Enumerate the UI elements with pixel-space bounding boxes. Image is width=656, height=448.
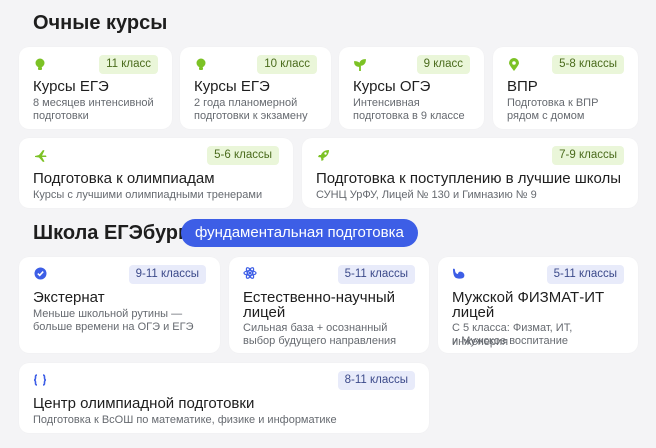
lightbulb-icon — [194, 58, 208, 72]
grade-badge: 5-6 классы — [207, 146, 279, 165]
course-card-ege-10[interactable]: 10 класс Курсы ЕГЭ 2 года планомерной по… — [180, 47, 331, 129]
grade-badge: 10 класс — [257, 55, 317, 74]
card-title: Курсы ОГЭ — [353, 78, 431, 95]
grade-badge: 9-11 классы — [128, 265, 206, 284]
code-braces-icon — [33, 373, 47, 387]
card-description-line2: подготовки к экзамену — [194, 110, 308, 122]
card-description-line2: и Мужское воспитание — [452, 335, 569, 347]
card-description-line2: выбор будущего направления — [243, 335, 397, 347]
card-description: Курсы с лучшими олимпиадными тренерами — [33, 189, 263, 201]
section-title-courses: Очные курсы — [33, 12, 168, 34]
location-pin-icon — [507, 58, 521, 72]
card-title: Подготовка к поступлению в лучшие школы — [316, 170, 622, 187]
card-description-line2: больше времени на ОГЭ и ЕГЭ — [33, 321, 194, 333]
card-description-line1: 8 месяцев интенсивной — [33, 97, 154, 109]
grade-badge: 5-11 классы — [546, 265, 624, 284]
course-card-olympiad[interactable]: 5-6 классы Подготовка к олимпиадам Курсы… — [19, 138, 293, 208]
card-title: Подготовка к олимпиадам — [33, 170, 215, 187]
school-card-physmath-it-lyceum[interactable]: 5-11 классы Мужской ФИЗМАТ-ИТ лицей С 5 … — [438, 257, 638, 353]
card-description-line1: Меньше школьной рутины — — [33, 308, 183, 320]
section-title-school: Школа ЕГЭбург — [33, 222, 187, 244]
check-badge-icon — [33, 266, 47, 280]
card-description-line1: Сильная база + осознанный — [243, 322, 388, 334]
card-description: Подготовка к ВсОШ по математике, физике … — [33, 414, 337, 426]
card-description-line1: Подготовка к ВПР — [507, 97, 599, 109]
sprout-icon — [353, 58, 367, 72]
card-description-line1: 2 года планомерной — [194, 97, 298, 109]
course-card-school-admission[interactable]: 7-9 классы Подготовка к поступлению в лу… — [302, 138, 638, 208]
grade-badge: 11 класс — [99, 55, 158, 74]
card-description: СУНЦ УрФУ, Лицей № 130 и Гимназию № 9 — [316, 189, 537, 201]
grade-badge: 8-11 классы — [337, 371, 415, 390]
card-title: Курсы ЕГЭ — [33, 78, 109, 95]
school-card-externat[interactable]: 9-11 классы Экстернат Меньше школьной ру… — [19, 257, 220, 353]
course-card-ege-11[interactable]: 11 класс Курсы ЕГЭ 8 месяцев интенсивной… — [19, 47, 172, 129]
grade-badge: 9 класс — [416, 55, 470, 74]
card-description-line1: Интенсивная — [353, 97, 420, 109]
card-title-line2: лицей — [452, 304, 495, 321]
card-title-line2: лицей — [243, 304, 286, 321]
school-card-olympiad-center[interactable]: 8-11 классы Центр олимпиадной подготовки… — [19, 363, 429, 433]
card-description-line2: рядом с домом — [507, 110, 585, 122]
grade-badge: 7-9 классы — [552, 146, 624, 165]
lightbulb-icon — [33, 58, 47, 72]
fundamental-training-pill: фундаментальная подготовка — [181, 219, 418, 247]
bicep-icon — [452, 266, 466, 280]
card-title: Курсы ЕГЭ — [194, 78, 270, 95]
card-title: Экстернат — [33, 289, 105, 306]
atom-icon — [243, 266, 257, 280]
card-description-line2: подготовки — [33, 110, 89, 122]
airplane-icon — [33, 148, 47, 162]
card-description-line2: подготовка в 9 классе — [353, 110, 465, 122]
grade-badge: 5-8 классы — [552, 55, 624, 74]
school-card-science-lyceum[interactable]: 5-11 классы Естественно-научный лицей Си… — [229, 257, 429, 353]
rocket-icon — [316, 148, 330, 162]
grade-badge: 5-11 классы — [337, 265, 415, 284]
course-card-vpr[interactable]: 5-8 классы ВПР Подготовка к ВПР рядом с … — [493, 47, 638, 129]
course-card-oge[interactable]: 9 класс Курсы ОГЭ Интенсивная подготовка… — [339, 47, 484, 129]
card-title: Центр олимпиадной подготовки — [33, 395, 255, 412]
card-title: ВПР — [507, 78, 538, 95]
